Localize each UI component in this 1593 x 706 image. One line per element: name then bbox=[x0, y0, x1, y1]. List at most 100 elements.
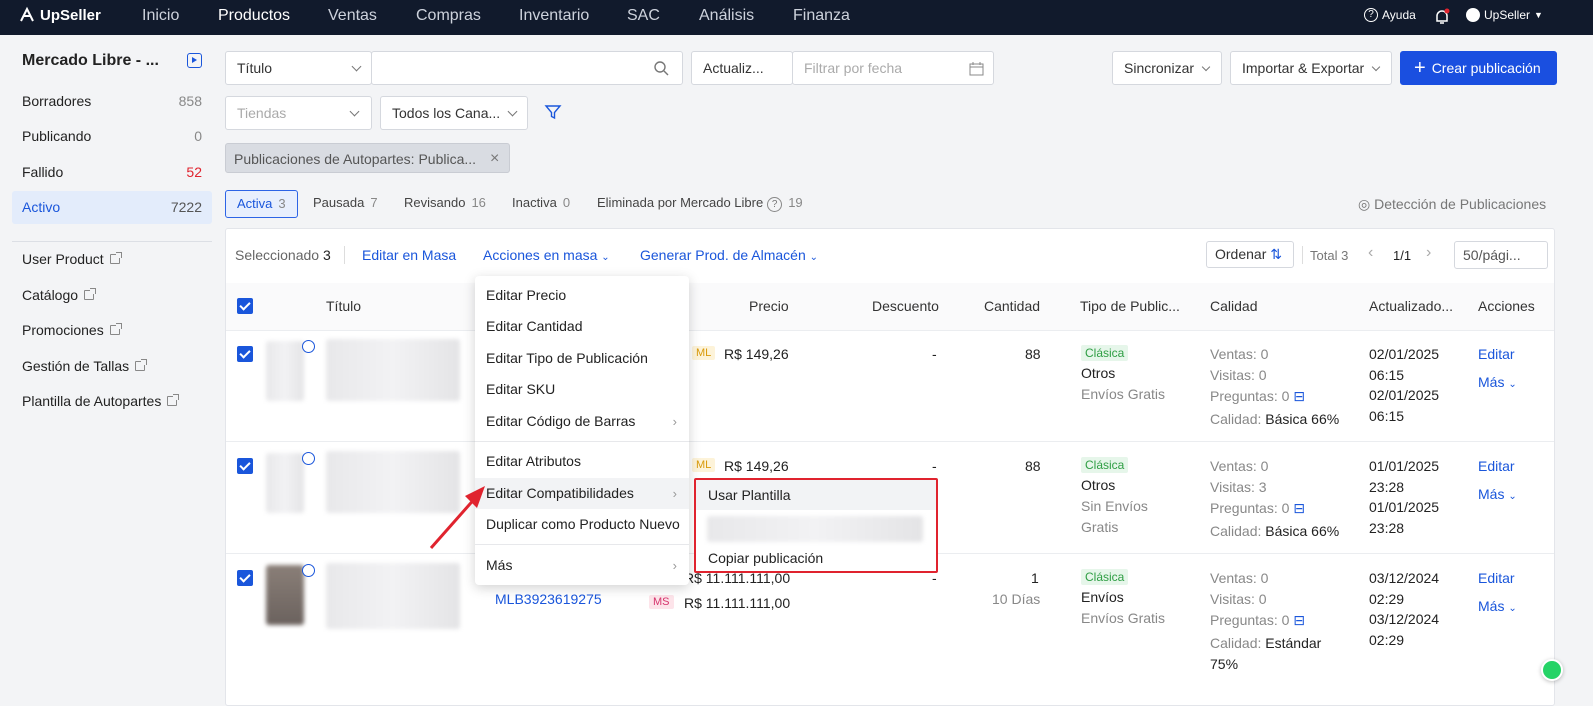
next-page-icon[interactable]: › bbox=[1426, 244, 1431, 262]
submenu-usar-plantilla[interactable]: Usar Plantilla bbox=[696, 480, 936, 510]
col-titulo: Título bbox=[326, 298, 362, 314]
created-date: 03/12/2024 bbox=[1369, 570, 1440, 586]
user-menu[interactable]: UpSeller ▼ bbox=[1466, 8, 1543, 22]
tab-eliminada[interactable]: Eliminada por Mercado Libre? 19 bbox=[597, 190, 803, 218]
nav-inventario[interactable]: Inventario bbox=[519, 0, 589, 35]
row-checkbox[interactable] bbox=[237, 346, 253, 362]
sidebar-link-catalogo[interactable]: Catálogo bbox=[22, 287, 97, 303]
menu-item-duplicar[interactable]: Duplicar como Producto Nuevo bbox=[475, 509, 689, 540]
search-input[interactable] bbox=[371, 51, 683, 85]
sidebar-link-user-product[interactable]: User Product bbox=[22, 251, 122, 267]
nav-sac[interactable]: SAC bbox=[627, 0, 660, 35]
sidebar-link-autopartes[interactable]: Plantilla de Autopartes bbox=[22, 393, 180, 409]
sidebar-item-publicando[interactable]: Publicando 0 bbox=[12, 120, 212, 153]
nav-ventas[interactable]: Ventas bbox=[328, 0, 377, 35]
nav-compras[interactable]: Compras bbox=[416, 0, 481, 35]
bulk-actions-menu: Editar Precio Editar Cantidad Editar Tip… bbox=[475, 276, 689, 585]
sidebar-link-tallas[interactable]: Gestión de Tallas bbox=[22, 358, 148, 374]
date-type-value: Actualiz... bbox=[703, 60, 764, 76]
col-cantidad: Cantidad bbox=[984, 298, 1041, 314]
help-button[interactable]: ? Ayuda bbox=[1364, 8, 1416, 22]
nav-productos[interactable]: Productos bbox=[218, 0, 290, 35]
row-checkbox[interactable] bbox=[237, 458, 253, 474]
help-circle-icon[interactable]: ? bbox=[767, 197, 783, 212]
questions-icon[interactable]: ⊟ bbox=[1293, 612, 1305, 628]
submenu-copiar-publicacion[interactable]: Copiar publicación bbox=[708, 546, 823, 570]
col-precio: Precio bbox=[749, 298, 789, 314]
submenu-item-blurred[interactable] bbox=[707, 516, 923, 542]
row-checkbox[interactable] bbox=[237, 570, 253, 586]
more-dropdown[interactable]: Más ⌄ bbox=[1478, 374, 1517, 390]
chevron-right-icon: › bbox=[672, 414, 677, 429]
tab-pausada[interactable]: Pausada 7 bbox=[313, 190, 378, 218]
sidebar-item-borradores[interactable]: Borradores 858 bbox=[12, 85, 212, 118]
menu-item-editar-compatibilidades[interactable]: Editar Compatibilidades › bbox=[475, 478, 689, 509]
tab-revisando[interactable]: Revisando 16 bbox=[404, 190, 486, 218]
created-date: 01/01/2025 bbox=[1369, 458, 1440, 474]
create-listing-button[interactable]: + Crear publicación bbox=[1400, 51, 1557, 85]
mlb-id-link[interactable]: MLB3923619275 bbox=[495, 591, 602, 607]
tab-count: 0 bbox=[562, 195, 571, 210]
table-row: ML R$ 149,26 - 88 Clásica Otros Envíos G… bbox=[226, 331, 1554, 441]
bulk-edit-button[interactable]: Editar en Masa bbox=[362, 247, 456, 263]
edit-link[interactable]: Editar bbox=[1478, 458, 1515, 474]
more-dropdown[interactable]: Más ⌄ bbox=[1478, 598, 1517, 614]
bulk-actions-dropdown[interactable]: Acciones en masa ⌄ bbox=[483, 247, 610, 263]
more-dropdown[interactable]: Más ⌄ bbox=[1478, 486, 1517, 502]
sync-button[interactable]: Sincronizar bbox=[1112, 51, 1222, 85]
discount-value: - bbox=[932, 458, 937, 474]
close-icon[interactable]: × bbox=[490, 144, 499, 174]
menu-item-editar-atributos[interactable]: Editar Atributos bbox=[475, 446, 689, 477]
sort-button[interactable]: Ordenar ⇅ bbox=[1206, 241, 1294, 268]
questions-icon[interactable]: ⊟ bbox=[1293, 500, 1305, 516]
chevron-down-icon: ⌄ bbox=[809, 252, 819, 263]
per-page-select[interactable]: 50/pági... bbox=[1454, 241, 1548, 269]
stores-select[interactable]: Tiendas bbox=[225, 96, 372, 130]
edit-link[interactable]: Editar bbox=[1478, 346, 1515, 362]
quality-value: Estándar bbox=[1265, 635, 1322, 651]
sales-count: Ventas: 0 bbox=[1210, 570, 1269, 586]
edit-link[interactable]: Editar bbox=[1478, 570, 1515, 586]
menu-item-mas[interactable]: Más › bbox=[475, 550, 689, 581]
search-field-select[interactable]: Título bbox=[225, 51, 372, 85]
menu-item-editar-precio[interactable]: Editar Precio bbox=[475, 280, 689, 311]
search-icon[interactable] bbox=[654, 61, 669, 76]
nav-analisis[interactable]: Análisis bbox=[699, 0, 754, 35]
menu-item-editar-codigo-barras[interactable]: Editar Código de Barras › bbox=[475, 406, 689, 437]
product-thumbnail bbox=[266, 453, 304, 513]
quality-value: Básica 66% bbox=[1265, 523, 1340, 539]
tab-activa[interactable]: Activa 3 bbox=[225, 190, 298, 218]
quality-score: Calidad: Estándar bbox=[1210, 635, 1321, 651]
collapse-sidebar-icon[interactable] bbox=[187, 53, 202, 68]
created-time: 06:15 bbox=[1369, 367, 1405, 383]
sidebar-item-label: Publicando bbox=[22, 128, 92, 144]
quality-label: Calidad: bbox=[1210, 411, 1262, 427]
prev-page-icon[interactable]: ‹ bbox=[1368, 244, 1373, 262]
notification-bell-icon[interactable] bbox=[1434, 8, 1450, 29]
chevron-down-icon bbox=[1371, 62, 1381, 72]
questions-count: Preguntas: 0 ⊟ bbox=[1210, 388, 1305, 405]
date-type-select[interactable]: Actualiz... bbox=[691, 51, 793, 85]
channels-select[interactable]: Todos los Cana... bbox=[380, 96, 528, 130]
whatsapp-icon[interactable] bbox=[1541, 659, 1563, 681]
sidebar-link-promociones[interactable]: Promociones bbox=[22, 322, 122, 338]
chevron-down-icon: ▼ bbox=[1534, 10, 1543, 20]
menu-item-editar-tipo[interactable]: Editar Tipo de Publicación bbox=[475, 343, 689, 374]
generate-warehouse-dropdown[interactable]: Generar Prod. de Almacén ⌄ bbox=[640, 247, 818, 263]
nav-finanza[interactable]: Finanza bbox=[793, 0, 850, 35]
active-filter-tag: Publicaciones de Autopartes: Publica... × bbox=[225, 143, 510, 173]
questions-label: Preguntas: 0 bbox=[1210, 388, 1290, 404]
date-filter-input[interactable]: Filtrar por fecha bbox=[792, 51, 994, 85]
select-all-checkbox[interactable] bbox=[237, 298, 253, 314]
filter-icon[interactable] bbox=[544, 103, 562, 121]
nav-inicio[interactable]: Inicio bbox=[142, 0, 179, 35]
tab-inactiva[interactable]: Inactiva 0 bbox=[512, 190, 570, 218]
import-export-button[interactable]: Importar & Exportar bbox=[1230, 51, 1392, 85]
sidebar-item-fallido[interactable]: Fallido 52 bbox=[12, 156, 212, 189]
brand-logo[interactable]: UpSeller bbox=[18, 6, 101, 24]
detection-link[interactable]: ◎ Detección de Publicaciones bbox=[1358, 196, 1546, 213]
questions-icon[interactable]: ⊟ bbox=[1293, 388, 1305, 404]
menu-item-editar-sku[interactable]: Editar SKU bbox=[475, 374, 689, 405]
sidebar-item-activo[interactable]: Activo 7222 bbox=[12, 191, 212, 224]
menu-item-editar-cantidad[interactable]: Editar Cantidad bbox=[475, 311, 689, 342]
